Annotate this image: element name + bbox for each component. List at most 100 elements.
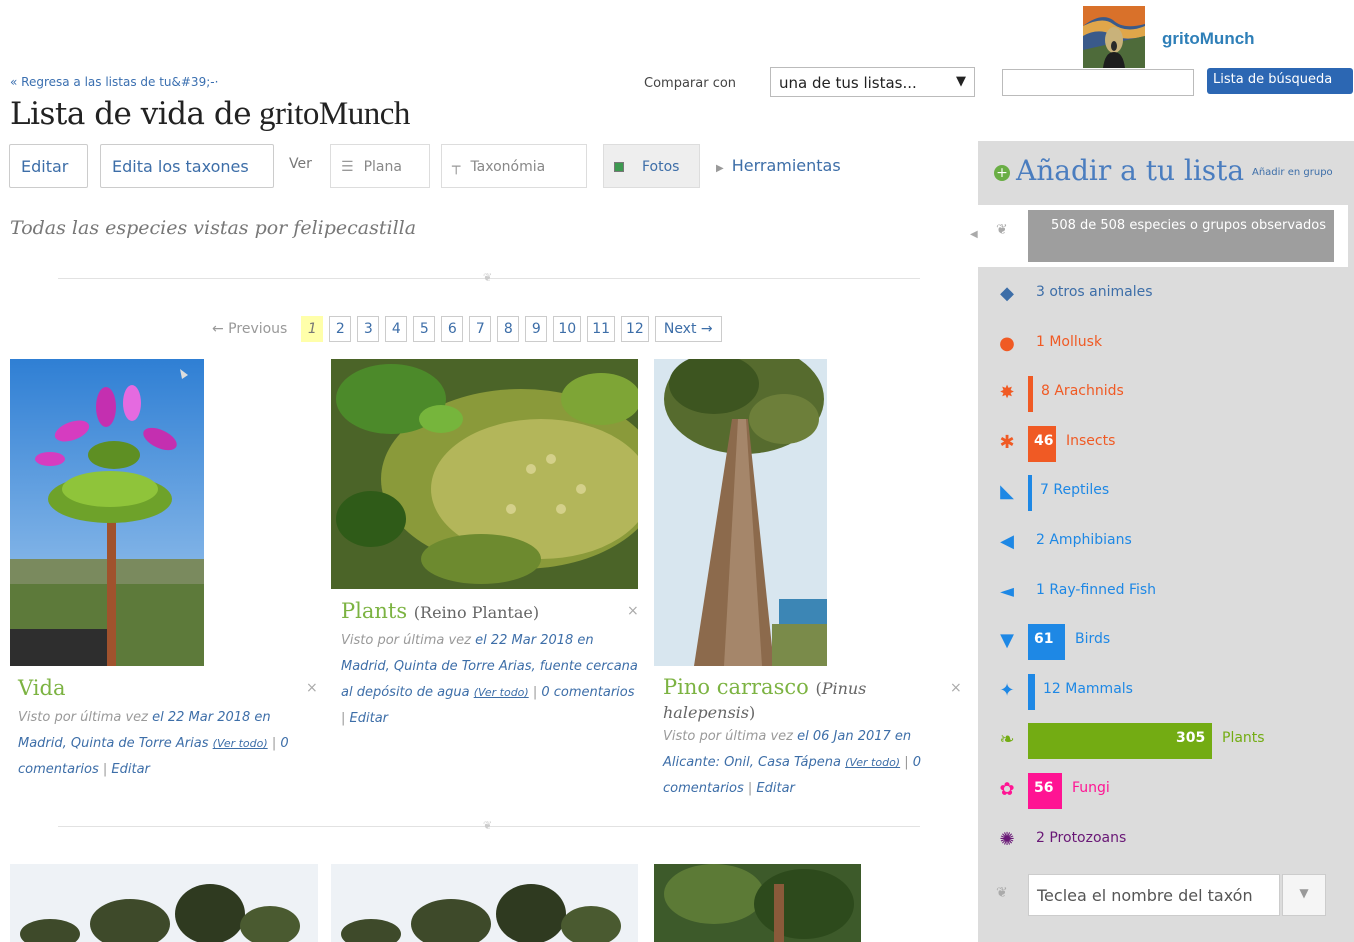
- taxon-group-label[interactable]: 3 otros animales: [1036, 284, 1153, 300]
- last-seen-place[interactable]: Alicante: Onil, Casa Tápena: [663, 755, 841, 770]
- taxon-group-row[interactable]: ◣ 7 Reptiles: [978, 468, 1354, 518]
- page-link-12[interactable]: 12: [621, 316, 649, 342]
- scientific-name[interactable]: (Reino Plantae): [414, 603, 539, 622]
- common-name[interactable]: Pino carrasco: [663, 675, 809, 699]
- observation-title[interactable]: Pino carrasco (Pinus halepensis): [663, 676, 923, 724]
- taxon-group-row[interactable]: ✸ 8 Arachnids: [978, 369, 1354, 419]
- tab-taxonomic[interactable]: ┬ Taxonómia: [441, 144, 587, 188]
- taxon-group-label[interactable]: 1 Mollusk: [1036, 334, 1102, 350]
- taxon-count: 305: [1176, 730, 1206, 746]
- remove-icon[interactable]: ×: [627, 603, 639, 619]
- view-all-link[interactable]: (Ver todo): [845, 756, 900, 769]
- edit-taxa-button[interactable]: Edita los taxones: [100, 144, 274, 188]
- taxon-group-row[interactable]: ● 1 Mollusk: [978, 320, 1354, 370]
- observation-photo[interactable]: [10, 359, 204, 666]
- observation-photo[interactable]: [331, 359, 638, 589]
- page-link-11[interactable]: 11: [587, 316, 616, 342]
- taxon-group-label[interactable]: Birds: [1075, 631, 1110, 647]
- view-all-link[interactable]: (Ver todo): [474, 686, 529, 699]
- tab-flat-label: Plana: [363, 159, 402, 175]
- taxon-group-label[interactable]: 1 Ray-finned Fish: [1036, 582, 1156, 598]
- taxon-group-row[interactable]: ✺ 2 Protozoans: [978, 816, 1354, 866]
- observation-photo[interactable]: [654, 864, 861, 942]
- observation-photo[interactable]: [654, 359, 827, 666]
- taxon-group-row[interactable]: ✦ 12 Mammals: [978, 667, 1354, 717]
- observation-title[interactable]: Vida: [18, 676, 65, 700]
- observation-meta: Visto por última vez el 22 Mar 2018 en M…: [18, 710, 289, 777]
- taxon-group-label[interactable]: 8 Arachnids: [1041, 383, 1124, 399]
- user-avatar[interactable]: [1083, 6, 1145, 68]
- compare-select[interactable]: una de tus listas... ▼: [770, 67, 975, 97]
- view-all-link[interactable]: (Ver todo): [213, 737, 268, 750]
- remove-icon[interactable]: ×: [950, 680, 962, 696]
- last-seen-date[interactable]: el 22 Mar 2018 en: [475, 633, 594, 648]
- common-name[interactable]: Vida: [18, 676, 65, 700]
- mammal-icon: ✦: [999, 680, 1015, 701]
- page-link-4[interactable]: 4: [385, 316, 408, 342]
- page-title-owner: gritoMunch: [259, 96, 410, 132]
- taxon-group-label[interactable]: Insects: [1066, 433, 1115, 449]
- edit-link[interactable]: Editar: [756, 781, 795, 796]
- add-group-link[interactable]: Añadir en grupo: [1252, 167, 1333, 178]
- divider: ❦: [58, 271, 920, 284]
- taxon-group-label[interactable]: 2 Protozoans: [1036, 830, 1126, 846]
- page-link-9[interactable]: 9: [525, 316, 548, 342]
- page-link-7[interactable]: 7: [469, 316, 492, 342]
- mollusk-icon: ●: [999, 333, 1015, 354]
- edit-button[interactable]: Editar: [9, 144, 88, 188]
- add-to-list-title: + Añadir a tu lista: [994, 154, 1244, 187]
- last-seen-date[interactable]: el 22 Mar 2018 en: [152, 710, 271, 725]
- taxon-count-bar: [1028, 376, 1033, 412]
- taxon-group-label[interactable]: 12 Mammals: [1043, 681, 1133, 697]
- observation-photo[interactable]: [331, 864, 638, 942]
- tab-photos[interactable]: Fotos: [603, 144, 700, 188]
- taxon-group-row[interactable]: ◄ 1 Ray-finned Fish: [978, 568, 1354, 618]
- username-link[interactable]: gritoMunch: [1162, 29, 1255, 49]
- observation-photo[interactable]: [10, 864, 318, 942]
- taxon-group-row[interactable]: ◆ 3 otros animales: [978, 270, 1354, 320]
- next-page[interactable]: Next →: [654, 316, 722, 342]
- taxon-name-input[interactable]: Teclea el nombre del taxón: [1028, 874, 1280, 916]
- taxon-dropdown-button[interactable]: ▼: [1282, 874, 1326, 916]
- taxon-count: 61: [1034, 631, 1054, 647]
- taxon-group-label[interactable]: 7 Reptiles: [1040, 482, 1109, 498]
- taxon-group-label[interactable]: Plants: [1222, 730, 1265, 746]
- taxon-group-row[interactable]: ❧ 305 Plants: [978, 716, 1354, 766]
- reptile-icon: ◣: [1000, 481, 1014, 502]
- taxon-group-row[interactable]: ◀ 2 Amphibians: [978, 518, 1354, 568]
- observation-title[interactable]: Plants (Reino Plantae): [341, 599, 539, 623]
- last-seen-date[interactable]: el 06 Jan 2017 en: [797, 729, 911, 744]
- comments-link[interactable]: 0 comentarios: [541, 685, 634, 700]
- taxon-group-row[interactable]: ▼ 61 Birds: [978, 617, 1354, 667]
- edit-link[interactable]: Editar: [111, 762, 150, 777]
- protozoan-icon: ✺: [999, 829, 1015, 850]
- previous-page[interactable]: ← Previous: [212, 321, 287, 337]
- taxon-count: 56: [1034, 780, 1054, 796]
- tools-dropdown[interactable]: ▶ Herramientas: [716, 156, 841, 175]
- common-name[interactable]: Plants: [341, 599, 407, 623]
- page-link-8[interactable]: 8: [497, 316, 520, 342]
- back-to-lists-link[interactable]: « Regresa a las listas de tu&#39;-·: [10, 75, 218, 89]
- page-link-3[interactable]: 3: [357, 316, 380, 342]
- page-link-2[interactable]: 2: [329, 316, 352, 342]
- taxon-group-row[interactable]: ✱ 46 Insects: [978, 419, 1354, 469]
- summary-bar: 508 de 508 especies o grupos observados: [1028, 210, 1334, 262]
- other-animals-icon: ◆: [1000, 283, 1014, 304]
- search-input[interactable]: [1002, 69, 1194, 96]
- page-link-6[interactable]: 6: [441, 316, 464, 342]
- taxon-group-row[interactable]: ✿ 56 Fungi: [978, 766, 1354, 816]
- chevron-left-icon: ◀: [970, 229, 978, 240]
- last-seen-place[interactable]: Madrid, Quinta de Torre Arias: [18, 736, 209, 751]
- page-link-10[interactable]: 10: [553, 316, 582, 342]
- taxon-group-label[interactable]: Fungi: [1072, 780, 1110, 796]
- view-label: Ver: [289, 156, 312, 172]
- insect-icon: ✱: [999, 432, 1015, 453]
- search-list-button[interactable]: Lista de búsqueda: [1207, 68, 1353, 94]
- remove-icon[interactable]: ×: [306, 680, 318, 696]
- list-icon: ☰: [341, 159, 354, 175]
- page-link-1[interactable]: 1: [301, 316, 324, 342]
- edit-link[interactable]: Editar: [350, 711, 389, 726]
- taxon-group-label[interactable]: 2 Amphibians: [1036, 532, 1132, 548]
- page-link-5[interactable]: 5: [413, 316, 436, 342]
- tab-flat[interactable]: ☰ Plana: [330, 144, 430, 188]
